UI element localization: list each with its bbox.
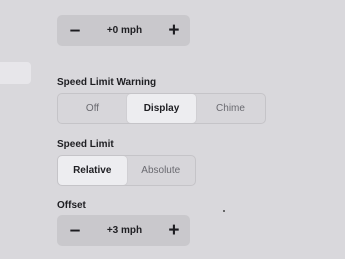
increment-button[interactable]: + <box>166 21 182 40</box>
sidebar-selected-item[interactable] <box>0 62 31 84</box>
stepper-value: +3 mph <box>106 225 143 236</box>
option-off[interactable]: Off <box>58 94 127 123</box>
option-chime[interactable]: Chime <box>196 94 265 123</box>
speed-limit-selector: Relative Absolute <box>57 155 196 186</box>
screen-speck <box>223 210 225 212</box>
option-relative[interactable]: Relative <box>58 156 127 185</box>
offset-label: Offset <box>57 200 86 211</box>
increment-button[interactable]: + <box>166 221 182 240</box>
stepper-value: +0 mph <box>106 25 143 36</box>
top-speed-stepper: – +0 mph + <box>57 15 190 46</box>
option-absolute[interactable]: Absolute <box>127 156 196 185</box>
speed-limit-warning-selector: Off Display Chime <box>57 93 266 124</box>
decrement-button[interactable]: – <box>67 221 83 240</box>
decrement-button[interactable]: – <box>67 21 83 40</box>
speed-limit-label: Speed Limit <box>57 139 114 150</box>
speed-limit-warning-label: Speed Limit Warning <box>57 77 157 88</box>
option-display[interactable]: Display <box>127 94 196 123</box>
offset-stepper: – +3 mph + <box>57 215 190 246</box>
